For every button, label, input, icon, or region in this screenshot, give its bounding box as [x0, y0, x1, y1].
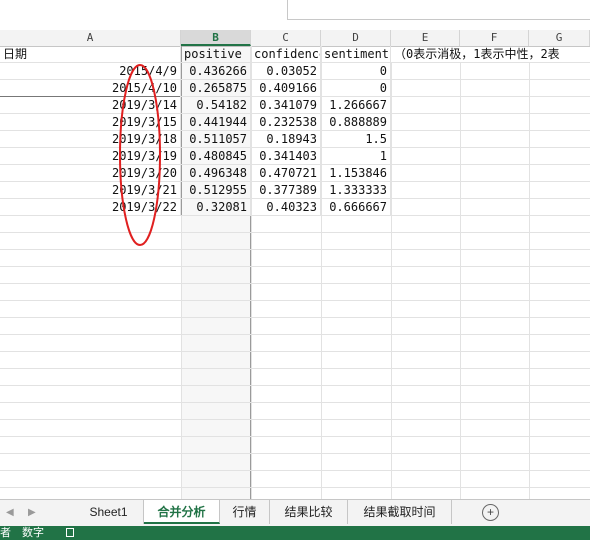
table-row: 2019/3/22 0.32081 0.40323 0.666667: [0, 199, 590, 216]
cell-sentiment[interactable]: 0: [321, 80, 391, 96]
cell-date[interactable]: 2019/3/14: [0, 97, 181, 113]
column-headers: A B C D E F G: [0, 30, 590, 47]
empty-row: [0, 454, 590, 471]
cell-sentiment[interactable]: 1.266667: [321, 97, 391, 113]
empty-row: [0, 301, 590, 318]
grid-line: [321, 46, 322, 499]
cell-date[interactable]: 2019/3/18: [0, 131, 181, 147]
empty-row: [0, 216, 590, 233]
status-mode: 数字: [22, 527, 44, 539]
cell-positive[interactable]: 0.54182: [181, 97, 251, 113]
cell-positive[interactable]: 0.436266: [181, 63, 251, 79]
empty-row: [0, 267, 590, 284]
cell-date[interactable]: 2015/4/10: [0, 80, 181, 96]
table-row: 2019/3/19 0.480845 0.341403 1: [0, 148, 590, 165]
nav-right-icon[interactable]: ▶: [28, 507, 36, 518]
empty-row: [0, 318, 590, 335]
cell-confidence[interactable]: 0.341079: [251, 97, 321, 113]
cell-positive[interactable]: 0.265875: [181, 80, 251, 96]
empty-row: [0, 437, 590, 454]
tab-market[interactable]: 行情: [220, 500, 270, 524]
cell-confidence[interactable]: 0.341403: [251, 148, 321, 164]
column-header-f[interactable]: F: [460, 30, 529, 46]
grid-line: [391, 63, 392, 499]
cell-confidence[interactable]: 0.470721: [251, 165, 321, 181]
column-header-d[interactable]: D: [321, 30, 391, 46]
cell-confidence[interactable]: 0.40323: [251, 199, 321, 215]
cell-e1[interactable]: （0表示消极，1表示中性，2表: [391, 46, 590, 62]
table-row: 2015/4/9 0.436266 0.03052 0: [0, 63, 590, 80]
add-sheet-icon[interactable]: +: [482, 504, 499, 521]
grid-line: [529, 63, 530, 499]
empty-row: [0, 335, 590, 352]
cell-sentiment[interactable]: 0.666667: [321, 199, 391, 215]
table-row: 2019/3/18 0.511057 0.18943 1.5: [0, 131, 590, 148]
cell-positive[interactable]: 0.32081: [181, 199, 251, 215]
row-divider: [0, 96, 180, 97]
formula-input[interactable]: [287, 0, 590, 20]
cell-positive[interactable]: 0.511057: [181, 131, 251, 147]
grid-line: [251, 46, 252, 499]
cell-positive[interactable]: 0.496348: [181, 165, 251, 181]
cell-date[interactable]: 2019/3/22: [0, 199, 181, 215]
empty-row: [0, 403, 590, 420]
cell-b1[interactable]: positive: [181, 46, 251, 62]
macro-record-icon[interactable]: [66, 528, 74, 537]
tab-merge-analysis[interactable]: 合并分析: [144, 500, 220, 524]
table-row: 2019/3/20 0.496348 0.470721 1.153846: [0, 165, 590, 182]
cell-date[interactable]: 2015/4/9: [0, 63, 181, 79]
table-row: 2019/3/15 0.441944 0.232538 0.888889: [0, 114, 590, 131]
sheet-tab-bar: ◀ ▶ Sheet1 合并分析 行情 结果比较 结果截取时间 +: [0, 499, 590, 527]
column-header-c[interactable]: C: [251, 30, 321, 46]
cell-sentiment[interactable]: 1: [321, 148, 391, 164]
cell-confidence[interactable]: 0.232538: [251, 114, 321, 130]
table-row: 2015/4/10 0.265875 0.409166 0: [0, 80, 590, 97]
header-row: 日期 positive confidence sentiment （0表示消极，…: [0, 46, 590, 63]
status-text: 者: [0, 527, 11, 539]
empty-row: [0, 284, 590, 301]
cell-c1[interactable]: confidence: [251, 46, 321, 62]
cell-sentiment[interactable]: 0: [321, 63, 391, 79]
empty-row: [0, 352, 590, 369]
cell-d1[interactable]: sentiment: [321, 46, 391, 62]
column-header-a[interactable]: A: [0, 30, 181, 46]
formula-bar-area: [0, 0, 590, 30]
cell-confidence[interactable]: 0.18943: [251, 131, 321, 147]
cell-a1[interactable]: 日期: [0, 46, 181, 62]
empty-row: [0, 369, 590, 386]
cell-sentiment[interactable]: 0.888889: [321, 114, 391, 130]
cell-date[interactable]: 2019/3/20: [0, 165, 181, 181]
column-header-b[interactable]: B: [181, 30, 251, 46]
cell-positive[interactable]: 0.512955: [181, 182, 251, 198]
cell-positive[interactable]: 0.480845: [181, 148, 251, 164]
tab-result-compare[interactable]: 结果比较: [270, 500, 348, 524]
nav-left-icon[interactable]: ◀: [6, 507, 14, 518]
table-row: 2019/3/14 0.54182 0.341079 1.266667: [0, 97, 590, 114]
cell-date[interactable]: 2019/3/19: [0, 148, 181, 164]
cell-positive[interactable]: 0.441944: [181, 114, 251, 130]
status-bar: 者 数字: [0, 526, 590, 540]
empty-row: [0, 420, 590, 437]
empty-row: [0, 488, 590, 499]
cell-confidence[interactable]: 0.03052: [251, 63, 321, 79]
table-row: 2019/3/21 0.512955 0.377389 1.333333: [0, 182, 590, 199]
column-header-e[interactable]: E: [391, 30, 460, 46]
tab-result-time[interactable]: 结果截取时间: [348, 500, 452, 524]
cell-date[interactable]: 2019/3/21: [0, 182, 181, 198]
column-header-g[interactable]: G: [529, 30, 590, 46]
grid-line: [460, 63, 461, 499]
grid-line: [181, 216, 182, 499]
empty-row: [0, 471, 590, 488]
cell-sentiment[interactable]: 1.153846: [321, 165, 391, 181]
cell-sentiment[interactable]: 1.5: [321, 131, 391, 147]
cell-date[interactable]: 2019/3/15: [0, 114, 181, 130]
cell-sentiment[interactable]: 1.333333: [321, 182, 391, 198]
empty-row: [0, 250, 590, 267]
cell-grid[interactable]: 日期 positive confidence sentiment （0表示消极，…: [0, 46, 590, 499]
empty-row: [0, 386, 590, 403]
empty-row: [0, 233, 590, 250]
cell-confidence[interactable]: 0.377389: [251, 182, 321, 198]
cell-confidence[interactable]: 0.409166: [251, 80, 321, 96]
tab-sheet1[interactable]: Sheet1: [74, 500, 144, 524]
